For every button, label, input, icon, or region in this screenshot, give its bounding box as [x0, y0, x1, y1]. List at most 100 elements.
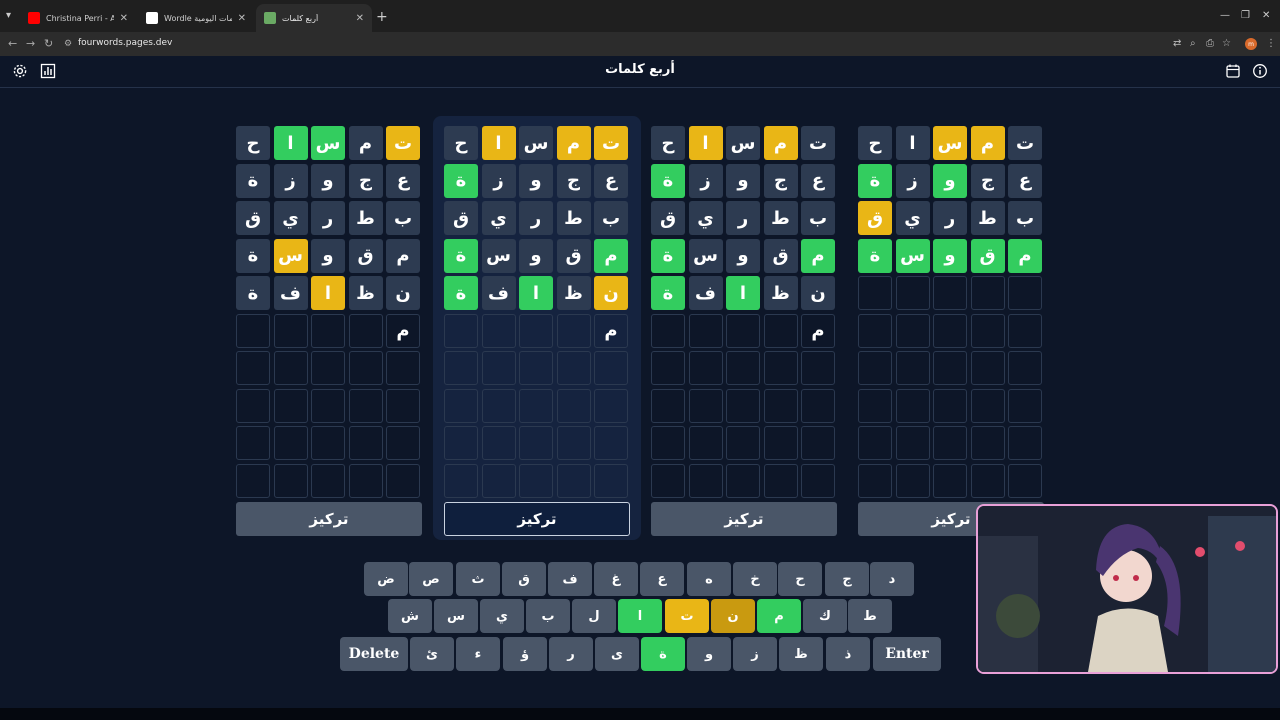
focus-button[interactable]: تركيز [444, 502, 630, 536]
enter-key[interactable]: Enter [873, 637, 941, 671]
letter-tile: ت [801, 126, 835, 160]
letter-tile [970, 276, 1005, 310]
new-tab-button[interactable]: + [376, 9, 388, 25]
letter-tile: ة [651, 276, 685, 310]
tab-close-icon[interactable]: ✕ [120, 13, 128, 24]
keyboard-key[interactable]: ب [526, 599, 570, 633]
browser-menu-icon[interactable]: ⋮ [1266, 38, 1276, 49]
url-field[interactable]: fourwords.pages.dev [78, 38, 172, 48]
letter-tile: و [519, 163, 553, 198]
letter-tile: و [726, 238, 760, 273]
keyboard-key[interactable]: ل [572, 599, 616, 633]
install-icon[interactable]: ⎙ [1206, 38, 1214, 49]
letter-tile: ت [1008, 126, 1042, 160]
back-icon[interactable]: ← [8, 37, 17, 50]
keyboard-key[interactable]: ة [641, 637, 685, 671]
zoom-icon[interactable]: ⌕ [1190, 38, 1196, 49]
letter-tile [688, 313, 723, 348]
close-window-icon[interactable]: ✕ [1262, 10, 1270, 21]
reload-icon[interactable]: ↻ [44, 37, 53, 50]
letter-tile: ي [481, 201, 516, 235]
letter-tile: ة [236, 276, 270, 310]
browser-tab[interactable]: Christina Perri - A Thousand Years ✕ [20, 4, 136, 32]
letter-tile: ح [236, 126, 270, 160]
letter-tile [763, 351, 798, 385]
keyboard-key[interactable]: ش [388, 599, 432, 633]
keyboard-key[interactable]: ت [665, 599, 709, 633]
keyboard-key[interactable]: ذ [826, 637, 870, 671]
tab-close-icon[interactable]: ✕ [356, 13, 364, 24]
info-icon[interactable] [1252, 63, 1268, 79]
keyboard-key[interactable]: ك [803, 599, 847, 633]
keyboard-key[interactable]: ا [618, 599, 662, 633]
calendar-icon[interactable] [1225, 63, 1241, 79]
keyboard-key[interactable]: خ [733, 562, 777, 596]
letter-tile [519, 426, 553, 460]
keyboard-key[interactable]: ه [687, 562, 731, 596]
word-board: ت م س ا ح ع ج و ز ة ب ط ر ي ق م ق و س ة ن ظ ا ف ة م تركيز [433, 116, 641, 540]
focus-button[interactable]: تركيز [236, 502, 422, 536]
letter-tile [763, 463, 798, 498]
letter-tile [726, 388, 760, 423]
keyboard-key[interactable]: ح [778, 562, 822, 596]
restore-icon[interactable]: ❐ [1241, 10, 1250, 21]
keyboard-key[interactable]: ظ [779, 637, 823, 671]
keyboard-key[interactable]: و [687, 637, 731, 671]
keyboard-key[interactable]: ف [548, 562, 592, 596]
site-info-icon[interactable]: ⚙ [64, 39, 72, 49]
keyboard-key[interactable]: ى [595, 637, 639, 671]
keyboard-key[interactable]: غ [594, 562, 638, 596]
keyboard-key[interactable]: ج [825, 562, 869, 596]
focus-button[interactable]: تركيز [651, 502, 837, 536]
letter-tile: ن [386, 276, 420, 310]
keyboard-key[interactable]: ي [480, 599, 524, 633]
keyboard-key[interactable]: ء [456, 637, 500, 671]
keyboard-key[interactable]: ث [456, 562, 500, 596]
letter-tile [594, 388, 628, 423]
letter-tile: ظ [763, 276, 798, 310]
keyboard-key[interactable]: ر [549, 637, 593, 671]
tab-close-icon[interactable]: ✕ [238, 13, 246, 24]
keyboard-key[interactable]: ز [733, 637, 777, 671]
letter-tile: ق [970, 238, 1005, 273]
letter-tile: س [519, 126, 553, 160]
keyboard-key[interactable]: د [870, 562, 914, 596]
forward-icon[interactable]: → [26, 37, 35, 50]
tab-search-icon[interactable]: ▾ [6, 10, 11, 21]
letter-tile [688, 388, 723, 423]
letter-tile [726, 463, 760, 498]
bookmark-star-icon[interactable]: ☆ [1222, 38, 1231, 49]
keyboard-key[interactable]: ن [711, 599, 755, 633]
letter-tile [801, 351, 835, 385]
letter-tile [688, 426, 723, 460]
gear-icon[interactable] [12, 63, 28, 79]
profile-avatar[interactable]: m [1245, 38, 1257, 50]
vtuber-avatar-image [978, 506, 1276, 672]
keyboard-key[interactable]: ق [502, 562, 546, 596]
keyboard-key[interactable]: ط [848, 599, 892, 633]
letter-tile: ة [236, 163, 270, 198]
translate-icon[interactable]: ⇄ [1173, 38, 1181, 49]
keyboard-key[interactable]: ؤ [503, 637, 547, 671]
bar-chart-icon[interactable] [40, 63, 56, 79]
letter-tile: ع [1008, 163, 1042, 198]
letter-tile: ا [311, 276, 345, 310]
letter-tile [763, 426, 798, 460]
letter-tile: س [311, 126, 345, 160]
keyboard-key[interactable]: ع [640, 562, 684, 596]
minimize-icon[interactable]: — [1220, 10, 1230, 21]
keyboard-key[interactable]: س [434, 599, 478, 633]
tab-favicon [28, 12, 40, 24]
letter-tile [651, 388, 685, 423]
letter-tile: ة [444, 276, 478, 310]
browser-tab[interactable]: أربع كلمات ✕ [256, 4, 372, 32]
letter-tile [481, 313, 516, 348]
delete-key[interactable]: Delete [340, 637, 408, 671]
keyboard-key[interactable]: ص [409, 562, 453, 596]
keyboard-key[interactable]: ض [364, 562, 408, 596]
keyboard-key[interactable]: م [757, 599, 801, 633]
browser-tab[interactable]: Wordle لعبة الكلمات اليومية ✕ [138, 4, 254, 32]
keyboard-key[interactable]: ئ [410, 637, 454, 671]
letter-tile: ط [348, 201, 383, 235]
letter-tile: ق [763, 238, 798, 273]
